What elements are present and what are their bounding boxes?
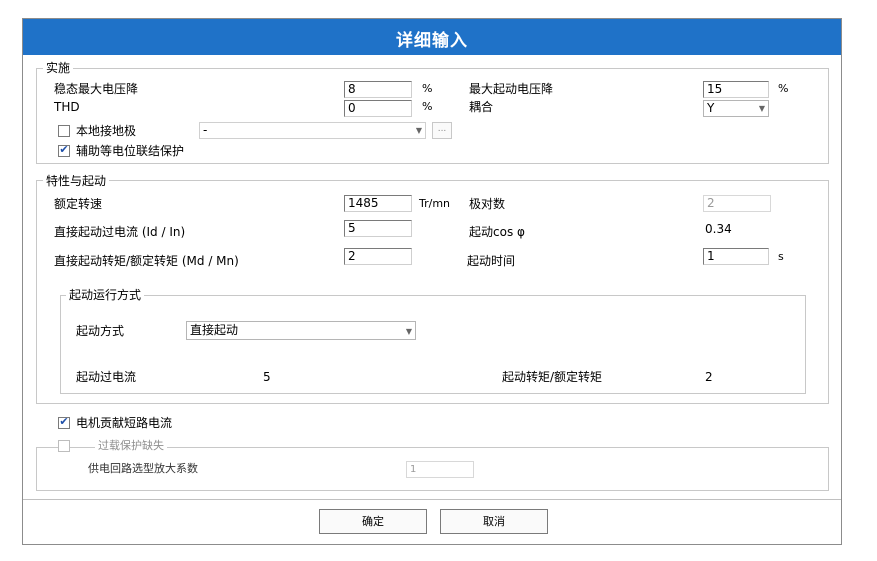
start-time-input[interactable]: 1	[703, 248, 769, 265]
chevron-down-icon: ▼	[415, 126, 422, 135]
pct-unit-3: %	[778, 82, 789, 95]
supply-factor-label: 供电回路选型放大系数	[88, 462, 198, 475]
poles-label: 极对数	[469, 197, 506, 211]
coupling-select[interactable]: Y ▼	[703, 100, 769, 117]
char-legend: 特性与起动	[43, 174, 110, 188]
start-method-label: 起动方式	[76, 324, 125, 338]
ok-button[interactable]: 确定	[319, 509, 427, 534]
dialog-title: 详细输入	[396, 31, 468, 51]
browse-button[interactable]: ...	[432, 122, 452, 139]
ground-select-value: -	[203, 123, 208, 137]
start-mode-legend: 起动运行方式	[66, 288, 145, 302]
thd-input[interactable]: 0	[344, 100, 412, 117]
ground-select[interactable]: - ▼	[199, 122, 426, 139]
motor-sc-label: 电机贡献短路电流	[76, 416, 173, 430]
thd-label: THD	[54, 100, 80, 114]
start-overcurrent-label: 起动过电流	[76, 370, 137, 384]
chevron-down-icon: ▼	[405, 327, 412, 336]
poles-input[interactable]: 2	[703, 195, 771, 212]
coupling-label: 耦合	[469, 100, 494, 114]
max-steady-drop-input[interactable]: 8	[344, 81, 412, 98]
footer-separator	[23, 499, 841, 500]
supply-factor-input[interactable]: 1	[406, 461, 474, 478]
dol-overcurrent-label: 直接起动过电流 (Id / In)	[54, 225, 186, 239]
start-overcurrent-value: 5	[263, 370, 271, 384]
dol-torque-label: 直接起动转矩/额定转矩 (Md / Mn)	[54, 254, 239, 268]
impl-legend: 实施	[43, 61, 74, 75]
start-cos-label: 起动cos φ	[469, 225, 525, 239]
overload-checkbox[interactable]	[58, 440, 70, 452]
start-torque-ratio-label: 起动转矩/额定转矩	[502, 370, 603, 384]
chevron-down-icon: ▼	[758, 104, 765, 113]
start-time-unit: s	[778, 250, 784, 263]
local-ground-checkbox[interactable]	[58, 125, 70, 137]
overload-legend: 过载保护缺失	[95, 439, 167, 453]
start-method-select[interactable]: 直接起动 ▼	[186, 321, 416, 340]
start-method-value: 直接起动	[190, 323, 239, 337]
check-icon: ✔	[59, 143, 69, 156]
detail-input-dialog: 详细输入 实施 稳态最大电压降 8 % THD 0 % 最大起动电压降 15 %…	[22, 18, 842, 545]
start-time-label: 起动时间	[467, 254, 516, 268]
dialog-titlebar: 详细输入	[23, 19, 841, 55]
coupling-value: Y	[707, 101, 715, 115]
rated-speed-unit: Tr/mn	[419, 197, 451, 210]
dol-torque-input[interactable]: 2	[344, 248, 412, 265]
aux-bond-checkbox[interactable]: ✔	[58, 143, 70, 157]
check-icon: ✔	[59, 415, 69, 428]
start-torque-ratio-value: 2	[705, 370, 713, 384]
rated-speed-label: 额定转速	[54, 197, 103, 211]
local-ground-label: 本地接地极	[76, 124, 137, 138]
motor-sc-checkbox[interactable]: ✔	[58, 415, 70, 429]
max-start-drop-input[interactable]: 15	[703, 81, 769, 98]
max-start-drop-label: 最大起动电压降	[469, 82, 554, 96]
dol-overcurrent-input[interactable]: 5	[344, 220, 412, 237]
start-mode-group	[60, 295, 806, 394]
start-cos-value: 0.34	[705, 222, 732, 236]
rated-speed-input[interactable]: 1485	[344, 195, 412, 212]
cancel-button[interactable]: 取消	[440, 509, 548, 534]
pct-unit-1: %	[422, 82, 433, 95]
aux-bond-label: 辅助等电位联结保护	[76, 144, 185, 158]
pct-unit-2: %	[422, 100, 433, 113]
max-steady-drop-label: 稳态最大电压降	[54, 82, 139, 96]
